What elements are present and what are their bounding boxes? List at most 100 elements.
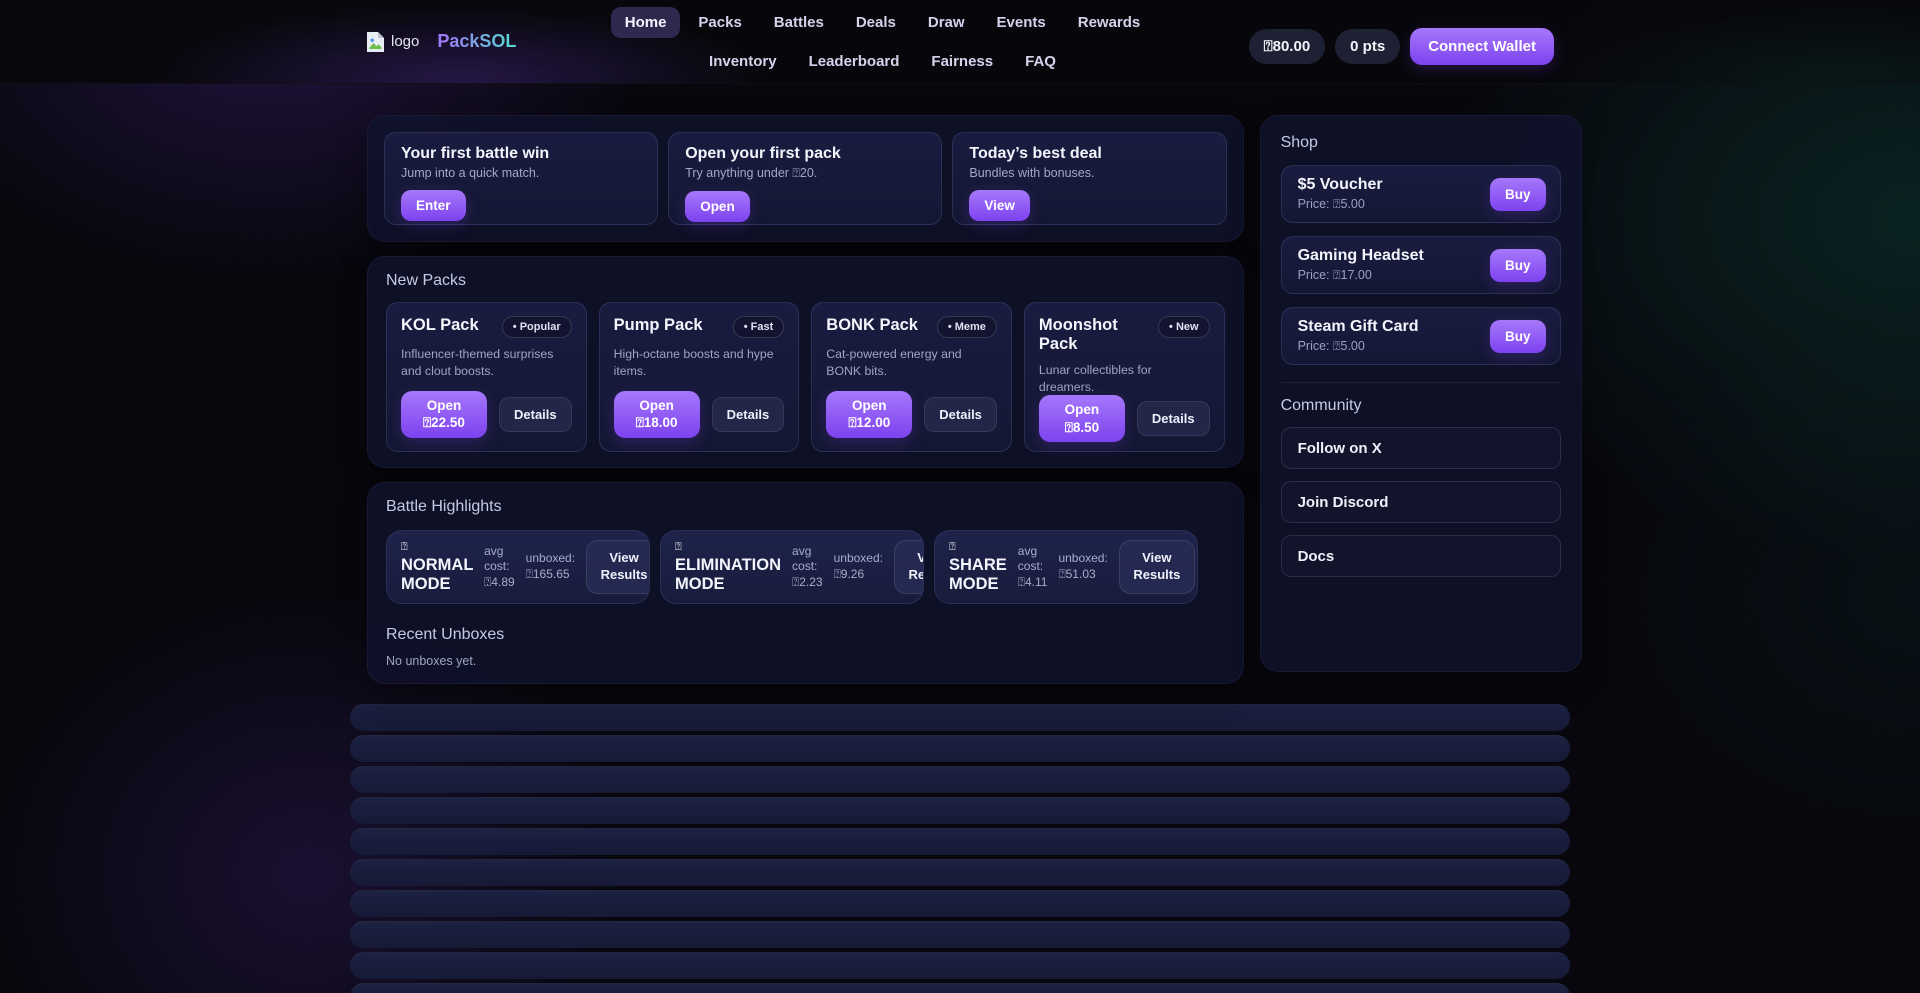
- mode-emoji-placeholder-icon: ⍰: [675, 541, 781, 554]
- placeholder-row: [350, 735, 1570, 762]
- balance-pill: ⍰80.00: [1249, 29, 1326, 64]
- placeholder-row: [350, 766, 1570, 793]
- points-pill: 0 pts: [1335, 29, 1400, 64]
- buy-button[interactable]: Buy: [1490, 178, 1546, 211]
- logo-alt-text: logo: [391, 33, 419, 50]
- new-packs-panel: New Packs KOL Pack • Popular Influencer-…: [367, 256, 1244, 468]
- view-results-button[interactable]: View Results: [894, 540, 924, 594]
- open-pack-button[interactable]: Open⍰18.00: [614, 391, 700, 438]
- logo[interactable]: logo PackSOL: [366, 31, 516, 53]
- nav-faq[interactable]: FAQ: [1011, 46, 1070, 77]
- shop-item-name: Steam Gift Card: [1298, 318, 1419, 336]
- open-pack-button[interactable]: Open⍰22.50: [401, 391, 487, 438]
- buy-button[interactable]: Buy: [1490, 320, 1546, 353]
- details-button[interactable]: Details: [924, 397, 997, 432]
- shop-item-voucher: $5 Voucher Price: ⍰5.00 Buy: [1281, 165, 1561, 223]
- view-button[interactable]: View: [969, 190, 1030, 221]
- mode-name: NORMAL MODE: [401, 556, 473, 593]
- unboxed-label: unboxed:: [1058, 551, 1107, 565]
- battle-highlights-panel: Battle Highlights ⍰ NORMAL MODE avg cost…: [367, 482, 1244, 684]
- nav-battles[interactable]: Battles: [760, 7, 838, 38]
- battles-row: ⍰ NORMAL MODE avg cost: ⍰4.89 unboxed: ⍰…: [386, 530, 1225, 604]
- promo-desc: Try anything under ⍰20.: [685, 166, 925, 181]
- avg-cost-stat: avg cost: ⍰4.11: [1018, 544, 1048, 591]
- avg-cost-value: ⍰2.23: [792, 575, 823, 589]
- avg-cost-label: avg cost:: [484, 544, 509, 574]
- placeholder-row: [350, 983, 1570, 993]
- view-results-button[interactable]: View Results: [586, 540, 650, 594]
- connect-wallet-button[interactable]: Connect Wallet: [1410, 28, 1554, 65]
- details-button[interactable]: Details: [499, 397, 572, 432]
- avg-cost-stat: avg cost: ⍰4.89: [484, 544, 515, 591]
- promo-desc: Jump into a quick match.: [401, 166, 641, 180]
- nav-deals[interactable]: Deals: [842, 7, 910, 38]
- battle-card-elimination: ⍰ ELIMINATION MODE avg cost: ⍰2.23 unbox…: [660, 530, 924, 604]
- sidebar: Shop $5 Voucher Price: ⍰5.00 Buy Gaming …: [1260, 115, 1582, 672]
- header: logo PackSOL Home Packs Battles Deals Dr…: [0, 0, 1920, 84]
- pack-desc: Influencer-themed surprises and clout bo…: [401, 346, 572, 391]
- buy-button[interactable]: Buy: [1490, 249, 1546, 282]
- main-nav: Home Packs Battles Deals Draw Events Rew…: [563, 7, 1203, 77]
- placeholder-row: [350, 859, 1570, 886]
- open-label: Open: [427, 397, 462, 415]
- shop-item-name: $5 Voucher: [1298, 176, 1383, 194]
- view-results-button[interactable]: View Results: [1119, 540, 1195, 594]
- follow-on-x-link[interactable]: Follow on X: [1281, 427, 1561, 469]
- open-button[interactable]: Open: [685, 191, 750, 222]
- avg-cost-label: avg cost:: [1018, 544, 1043, 574]
- details-button[interactable]: Details: [712, 397, 785, 432]
- unboxed-value: ⍰9.26: [834, 567, 865, 581]
- recent-unboxes-empty-text: No unboxes yet.: [386, 654, 1225, 668]
- pack-desc: Cat-powered energy and BONK bits.: [826, 346, 997, 391]
- nav-leaderboard[interactable]: Leaderboard: [795, 46, 914, 77]
- pack-badge: • Popular: [502, 316, 572, 338]
- nav-fairness[interactable]: Fairness: [917, 46, 1007, 77]
- mode-emoji-placeholder-icon: ⍰: [949, 541, 1007, 554]
- details-button[interactable]: Details: [1137, 401, 1210, 436]
- unboxed-value: ⍰165.65: [526, 567, 570, 581]
- pack-name: BONK Pack: [826, 316, 918, 335]
- avg-cost-value: ⍰4.89: [484, 575, 515, 589]
- pack-price: ⍰22.50: [423, 414, 465, 432]
- shop-heading: Shop: [1281, 134, 1561, 152]
- sidebar-divider: [1281, 382, 1561, 383]
- open-pack-button[interactable]: Open⍰8.50: [1039, 395, 1125, 442]
- nav-draw[interactable]: Draw: [914, 7, 979, 38]
- pack-price: ⍰8.50: [1065, 419, 1099, 437]
- new-packs-heading: New Packs: [386, 272, 1225, 290]
- pack-card-moonshot: Moonshot Pack • New Lunar collectibles f…: [1024, 302, 1225, 452]
- pack-desc: Lunar collectibles for dreamers.: [1039, 362, 1210, 395]
- join-discord-link[interactable]: Join Discord: [1281, 481, 1561, 523]
- battle-card-share: ⍰ SHARE MODE avg cost: ⍰4.11 unboxed: ⍰5…: [934, 530, 1198, 604]
- brand-name: PackSOL: [437, 31, 516, 52]
- promo-card-pack: Open your first pack Try anything under …: [668, 132, 942, 225]
- avg-cost-label: avg cost:: [792, 544, 817, 574]
- placeholder-row: [350, 797, 1570, 824]
- avg-cost-value: ⍰4.11: [1018, 575, 1048, 589]
- pack-name: Moonshot Pack: [1039, 316, 1152, 354]
- pack-badge: • Meme: [937, 316, 997, 338]
- packs-row: KOL Pack • Popular Influencer-themed sur…: [386, 302, 1225, 452]
- battle-card-normal: ⍰ NORMAL MODE avg cost: ⍰4.89 unboxed: ⍰…: [386, 530, 650, 604]
- docs-link[interactable]: Docs: [1281, 535, 1561, 577]
- unboxed-stat: unboxed: ⍰51.03: [1058, 551, 1107, 582]
- placeholder-row: [350, 828, 1570, 855]
- promo-card-deal: Today’s best deal Bundles with bonuses. …: [952, 132, 1226, 225]
- pack-badge: • Fast: [733, 316, 785, 338]
- nav-packs[interactable]: Packs: [684, 7, 755, 38]
- nav-events[interactable]: Events: [983, 7, 1060, 38]
- pack-name: KOL Pack: [401, 316, 479, 335]
- broken-image-icon: [366, 31, 385, 53]
- nav-home[interactable]: Home: [611, 7, 681, 38]
- nav-rewards[interactable]: Rewards: [1064, 7, 1155, 38]
- enter-button[interactable]: Enter: [401, 190, 466, 221]
- unboxed-label: unboxed:: [526, 551, 575, 565]
- shop-item-price: Price: ⍰17.00: [1298, 268, 1424, 283]
- unboxed-stat: unboxed: ⍰165.65: [526, 551, 575, 582]
- open-pack-button[interactable]: Open⍰12.00: [826, 391, 912, 438]
- pack-price: ⍰12.00: [848, 414, 890, 432]
- promo-card-battle: Your first battle win Jump into a quick …: [384, 132, 658, 225]
- promo-title: Your first battle win: [401, 145, 641, 163]
- shop-item-giftcard: Steam Gift Card Price: ⍰5.00 Buy: [1281, 307, 1561, 365]
- nav-inventory[interactable]: Inventory: [695, 46, 791, 77]
